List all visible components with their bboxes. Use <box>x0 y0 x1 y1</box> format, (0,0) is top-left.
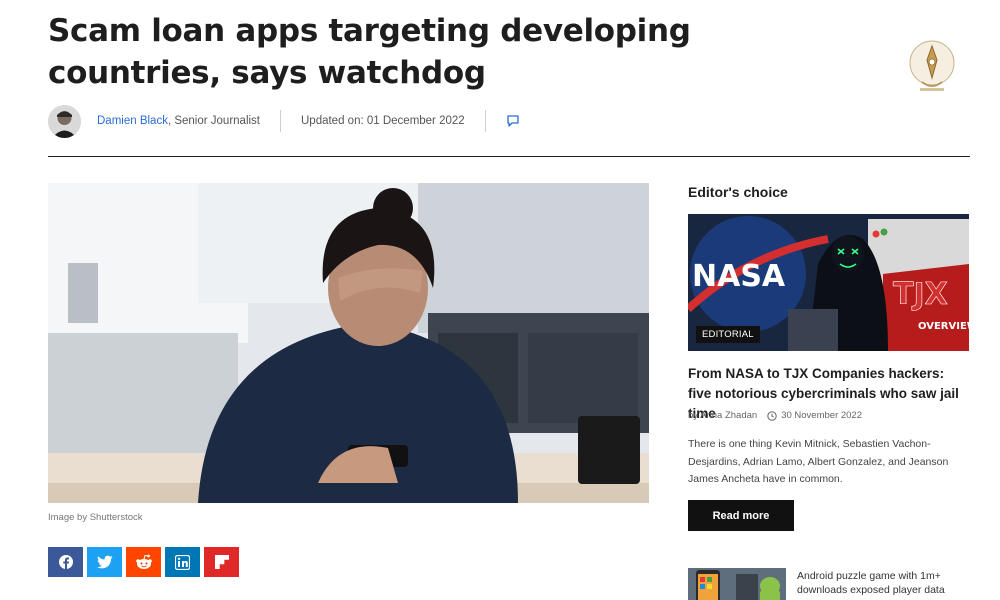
clock-icon <box>767 410 777 421</box>
editors-choice-excerpt: There is one thing Kevin Mitnick, Sebast… <box>688 438 949 485</box>
article-title: Scam loan apps targeting developing coun… <box>48 13 691 91</box>
editors-choice-author[interactable]: by Anna Zhadan <box>688 410 757 421</box>
share-bar <box>48 547 239 577</box>
article-meta: Damien Black, Senior Journalist Updated … <box>48 104 520 138</box>
editors-choice-date: 30 November 2022 <box>781 410 863 421</box>
author-byline: Damien Black, Senior Journalist <box>97 115 260 127</box>
twitter-icon <box>96 555 112 569</box>
editors-choice-image[interactable]: NASA TJX OVERVIEW EDITORIAL <box>688 214 969 351</box>
avatar[interactable] <box>48 104 81 138</box>
image-credit: Image by Shutterstock <box>48 512 143 523</box>
tjx-logo-text: TJX <box>893 277 948 312</box>
related-article-title[interactable]: Android puzzle game with 1m+ downloads e… <box>797 569 969 597</box>
reddit-share-button[interactable] <box>126 547 161 577</box>
editors-choice-heading: Editor's choice <box>688 184 788 200</box>
flipboard-share-button[interactable] <box>204 547 239 577</box>
editorial-tag: EDITORIAL <box>696 326 760 343</box>
reddit-icon <box>135 554 152 569</box>
facebook-icon <box>58 555 73 569</box>
author-role: , Senior Journalist <box>167 115 260 127</box>
meta-divider <box>484 110 486 132</box>
linkedin-share-button[interactable] <box>165 547 200 577</box>
meta-divider <box>280 110 281 132</box>
updated-date: Updated on: 01 December 2022 <box>301 115 465 127</box>
twitter-share-button[interactable] <box>87 547 122 577</box>
nasa-logo-text: NASA <box>692 259 786 294</box>
linkedin-icon <box>175 554 190 570</box>
overview-text: OVERVIEW <box>918 321 969 332</box>
comment-icon[interactable] <box>506 114 520 128</box>
flipboard-icon <box>214 555 229 569</box>
read-more-button[interactable]: Read more <box>688 500 794 531</box>
header-divider <box>48 156 970 157</box>
facebook-share-button[interactable] <box>48 547 83 577</box>
editors-choice-byline: by Anna Zhadan 30 November 2022 <box>688 410 862 421</box>
author-link[interactable]: Damien Black <box>97 115 168 127</box>
related-article-thumbnail[interactable] <box>688 568 786 600</box>
article-hero-image <box>48 183 649 503</box>
award-badge-logo <box>906 38 958 96</box>
